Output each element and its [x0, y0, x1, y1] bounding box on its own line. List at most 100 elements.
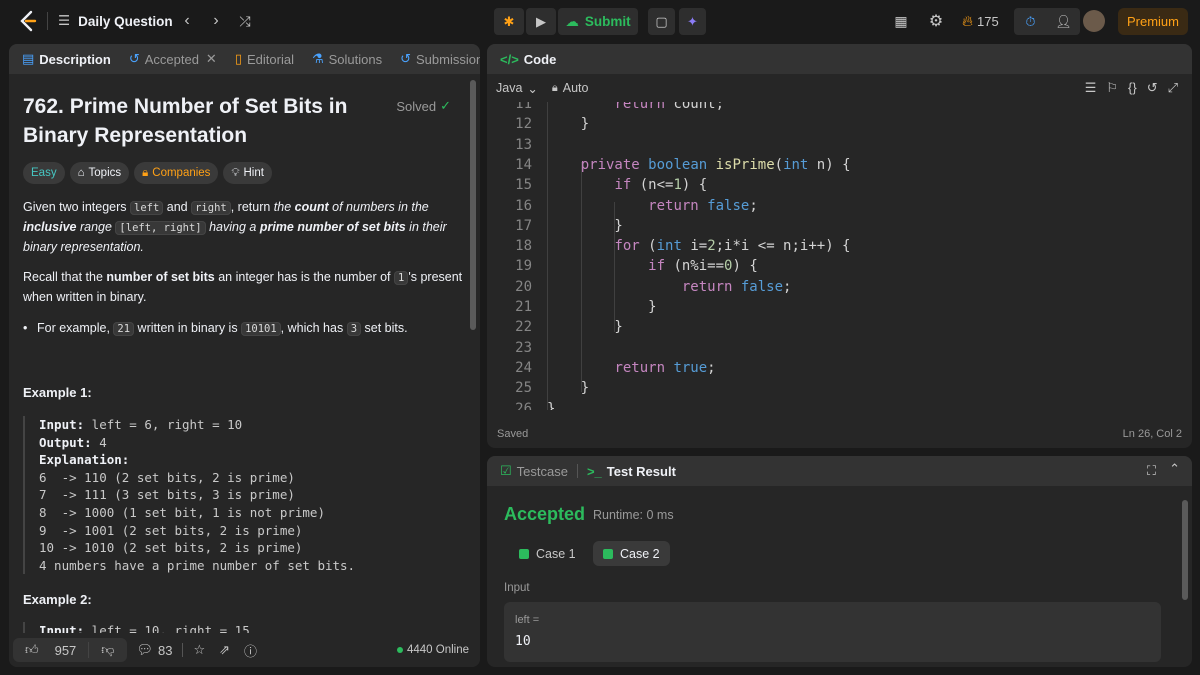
avatar[interactable]: [1083, 10, 1105, 32]
divider: [576, 464, 578, 478]
reset-icon[interactable]: ↺: [1147, 80, 1158, 96]
tab-code[interactable]: </> Code: [495, 44, 561, 74]
shuffle-button[interactable]: ⤮: [231, 7, 259, 35]
tab-solutions[interactable]: ⚗ Solutions: [307, 44, 387, 74]
test-panel-header: ☑ Testcase >_ Test Result ⛶ ⌃: [487, 456, 1192, 486]
left-tabbar: ▤ Description ↺ Accepted ✕ ▯ Editorial ⚗…: [9, 44, 480, 74]
code-editor[interactable]: 11 return count; 12 } 13 14 private boolean…: [487, 102, 1192, 410]
favorite-button[interactable]: ☆: [183, 642, 215, 658]
run-button[interactable]: ▶: [526, 8, 556, 35]
dislike-button[interactable]: 👎︎: [88, 642, 126, 658]
expand-icon[interactable]: ⤢: [1168, 80, 1178, 96]
format-icon[interactable]: ☰: [1085, 80, 1097, 96]
problem-list-button[interactable]: ☰ Daily Question: [58, 9, 173, 33]
code-line[interactable]: 19 if (n%i==0) {: [487, 256, 1192, 276]
code-line[interactable]: 22 }: [487, 317, 1192, 337]
code-text: for (int i=2;i*i <= n;i++) {: [614, 238, 851, 255]
stopwatch-icon[interactable]: ⏱: [1014, 14, 1047, 30]
bullet-icon: •: [23, 321, 28, 335]
example-title: Example 2:: [23, 592, 92, 607]
cursor-position: Ln 26, Col 2: [1122, 428, 1182, 440]
companies-chip[interactable]: 🔒︎ Companies: [134, 162, 219, 184]
braces-icon[interactable]: {}: [1128, 80, 1137, 96]
prev-problem-button[interactable]: ‹: [173, 7, 201, 35]
page-title: 762. Prime Number of Set Bits in Binary …: [23, 92, 383, 150]
premium-button[interactable]: Premium: [1118, 8, 1188, 35]
code-line[interactable]: 12 }: [487, 114, 1192, 134]
daily-question-label: Daily Question: [78, 13, 173, 29]
settings-button[interactable]: ⚙: [922, 7, 950, 35]
tab-description[interactable]: ▤ Description: [17, 44, 116, 74]
tab-submissions[interactable]: ↺ Submissions: [395, 44, 480, 74]
debug-button[interactable]: ✱: [494, 8, 524, 35]
case-tab-2[interactable]: Case 2: [593, 541, 670, 566]
scrollbar[interactable]: [470, 80, 476, 330]
code-line[interactable]: 26}: [487, 399, 1192, 411]
topics-chip[interactable]: ⌂ Topics: [69, 162, 130, 184]
code-line[interactable]: 16 return false;: [487, 196, 1192, 216]
case-tab-1[interactable]: Case 1: [509, 541, 586, 566]
code-panel-header: </> Code: [487, 44, 1192, 74]
ai-assist-button[interactable]: ✦: [679, 8, 706, 35]
code-line[interactable]: 11 return count;: [487, 102, 1192, 114]
auto-mode-toggle[interactable]: 🔒︎ Auto: [552, 81, 589, 95]
label: Input:: [39, 417, 85, 432]
code-line[interactable]: 17 }: [487, 216, 1192, 236]
code-line[interactable]: 13: [487, 135, 1192, 155]
bookmark-icon[interactable]: ⚐: [1106, 80, 1118, 96]
tab-label: Solutions: [328, 51, 383, 67]
question-circle-icon: ⓘ: [244, 643, 258, 659]
scrollbar[interactable]: [1182, 500, 1188, 600]
tab-label: Editorial: [246, 51, 294, 67]
online-label: 4440 Online: [406, 644, 469, 656]
code-line[interactable]: 25 }: [487, 378, 1192, 398]
next-problem-button[interactable]: ›: [202, 7, 230, 35]
layout-button[interactable]: ▦: [887, 7, 915, 35]
code-line[interactable]: 24 return true;: [487, 358, 1192, 378]
collapse-icon[interactable]: ⌃: [1169, 461, 1180, 477]
hint-chip[interactable]: 💡︎ Hint: [223, 162, 272, 184]
text: Recall that the: [23, 270, 107, 284]
tab-test-result[interactable]: >_ Test Result: [582, 456, 681, 486]
variable-name: left =: [515, 614, 540, 626]
tab-label: Testcase: [516, 463, 568, 479]
add-friend-icon[interactable]: 👤︎: [1047, 14, 1080, 30]
streak-counter[interactable]: 🔥︎ 175: [962, 8, 999, 35]
close-icon[interactable]: ✕: [206, 51, 217, 67]
inline-code: 3: [346, 322, 362, 336]
code-line[interactable]: 21 }: [487, 297, 1192, 317]
tab-testcase[interactable]: ☑ Testcase: [495, 456, 573, 486]
like-count: 957: [54, 642, 77, 658]
code-line[interactable]: 14 private boolean isPrime(int n) {: [487, 155, 1192, 175]
submit-button[interactable]: ☁ Submit: [558, 8, 638, 35]
text: set bits.: [361, 321, 408, 335]
code-text: return false;: [648, 197, 758, 214]
input-value-box: left = 10: [504, 602, 1161, 662]
history-icon: ↺: [400, 51, 411, 66]
code-text: return true;: [614, 359, 716, 376]
example-row: 10 -> 1010 (2 set bits, 2 is prime): [39, 540, 303, 556]
grid-icon: ▦: [894, 12, 908, 29]
code-line[interactable]: 15 if (n<=1) {: [487, 175, 1192, 195]
text: and: [163, 200, 192, 214]
line-number: 15: [515, 177, 532, 194]
notes-button[interactable]: ▢: [648, 8, 675, 35]
help-button[interactable]: ⓘ: [234, 641, 267, 660]
comments-button[interactable]: 💬︎ 83: [127, 642, 183, 658]
like-button[interactable]: 👍︎ 957: [13, 642, 88, 658]
code-line[interactable]: 20 return false;: [487, 277, 1192, 297]
share-button[interactable]: ⇗: [215, 642, 234, 658]
tab-editorial[interactable]: ▯ Editorial: [230, 44, 299, 74]
language-select[interactable]: Java ⌄: [496, 81, 538, 96]
share-icon: ⇗: [219, 642, 231, 657]
list-icon: ☰: [58, 13, 71, 28]
example-row: Input: left = 6, right = 10: [39, 416, 463, 434]
maximize-icon[interactable]: ⛶: [1147, 463, 1156, 479]
solved-label: Solved: [396, 98, 437, 114]
tab-accepted[interactable]: ↺ Accepted ✕: [124, 44, 222, 74]
code-line[interactable]: 23: [487, 338, 1192, 358]
difficulty-badge[interactable]: Easy: [23, 162, 65, 184]
code-text: return false;: [681, 278, 792, 295]
code-line[interactable]: 18 for (int i=2;i*i <= n;i++) {: [487, 236, 1192, 256]
leetcode-logo-icon[interactable]: [16, 9, 40, 33]
